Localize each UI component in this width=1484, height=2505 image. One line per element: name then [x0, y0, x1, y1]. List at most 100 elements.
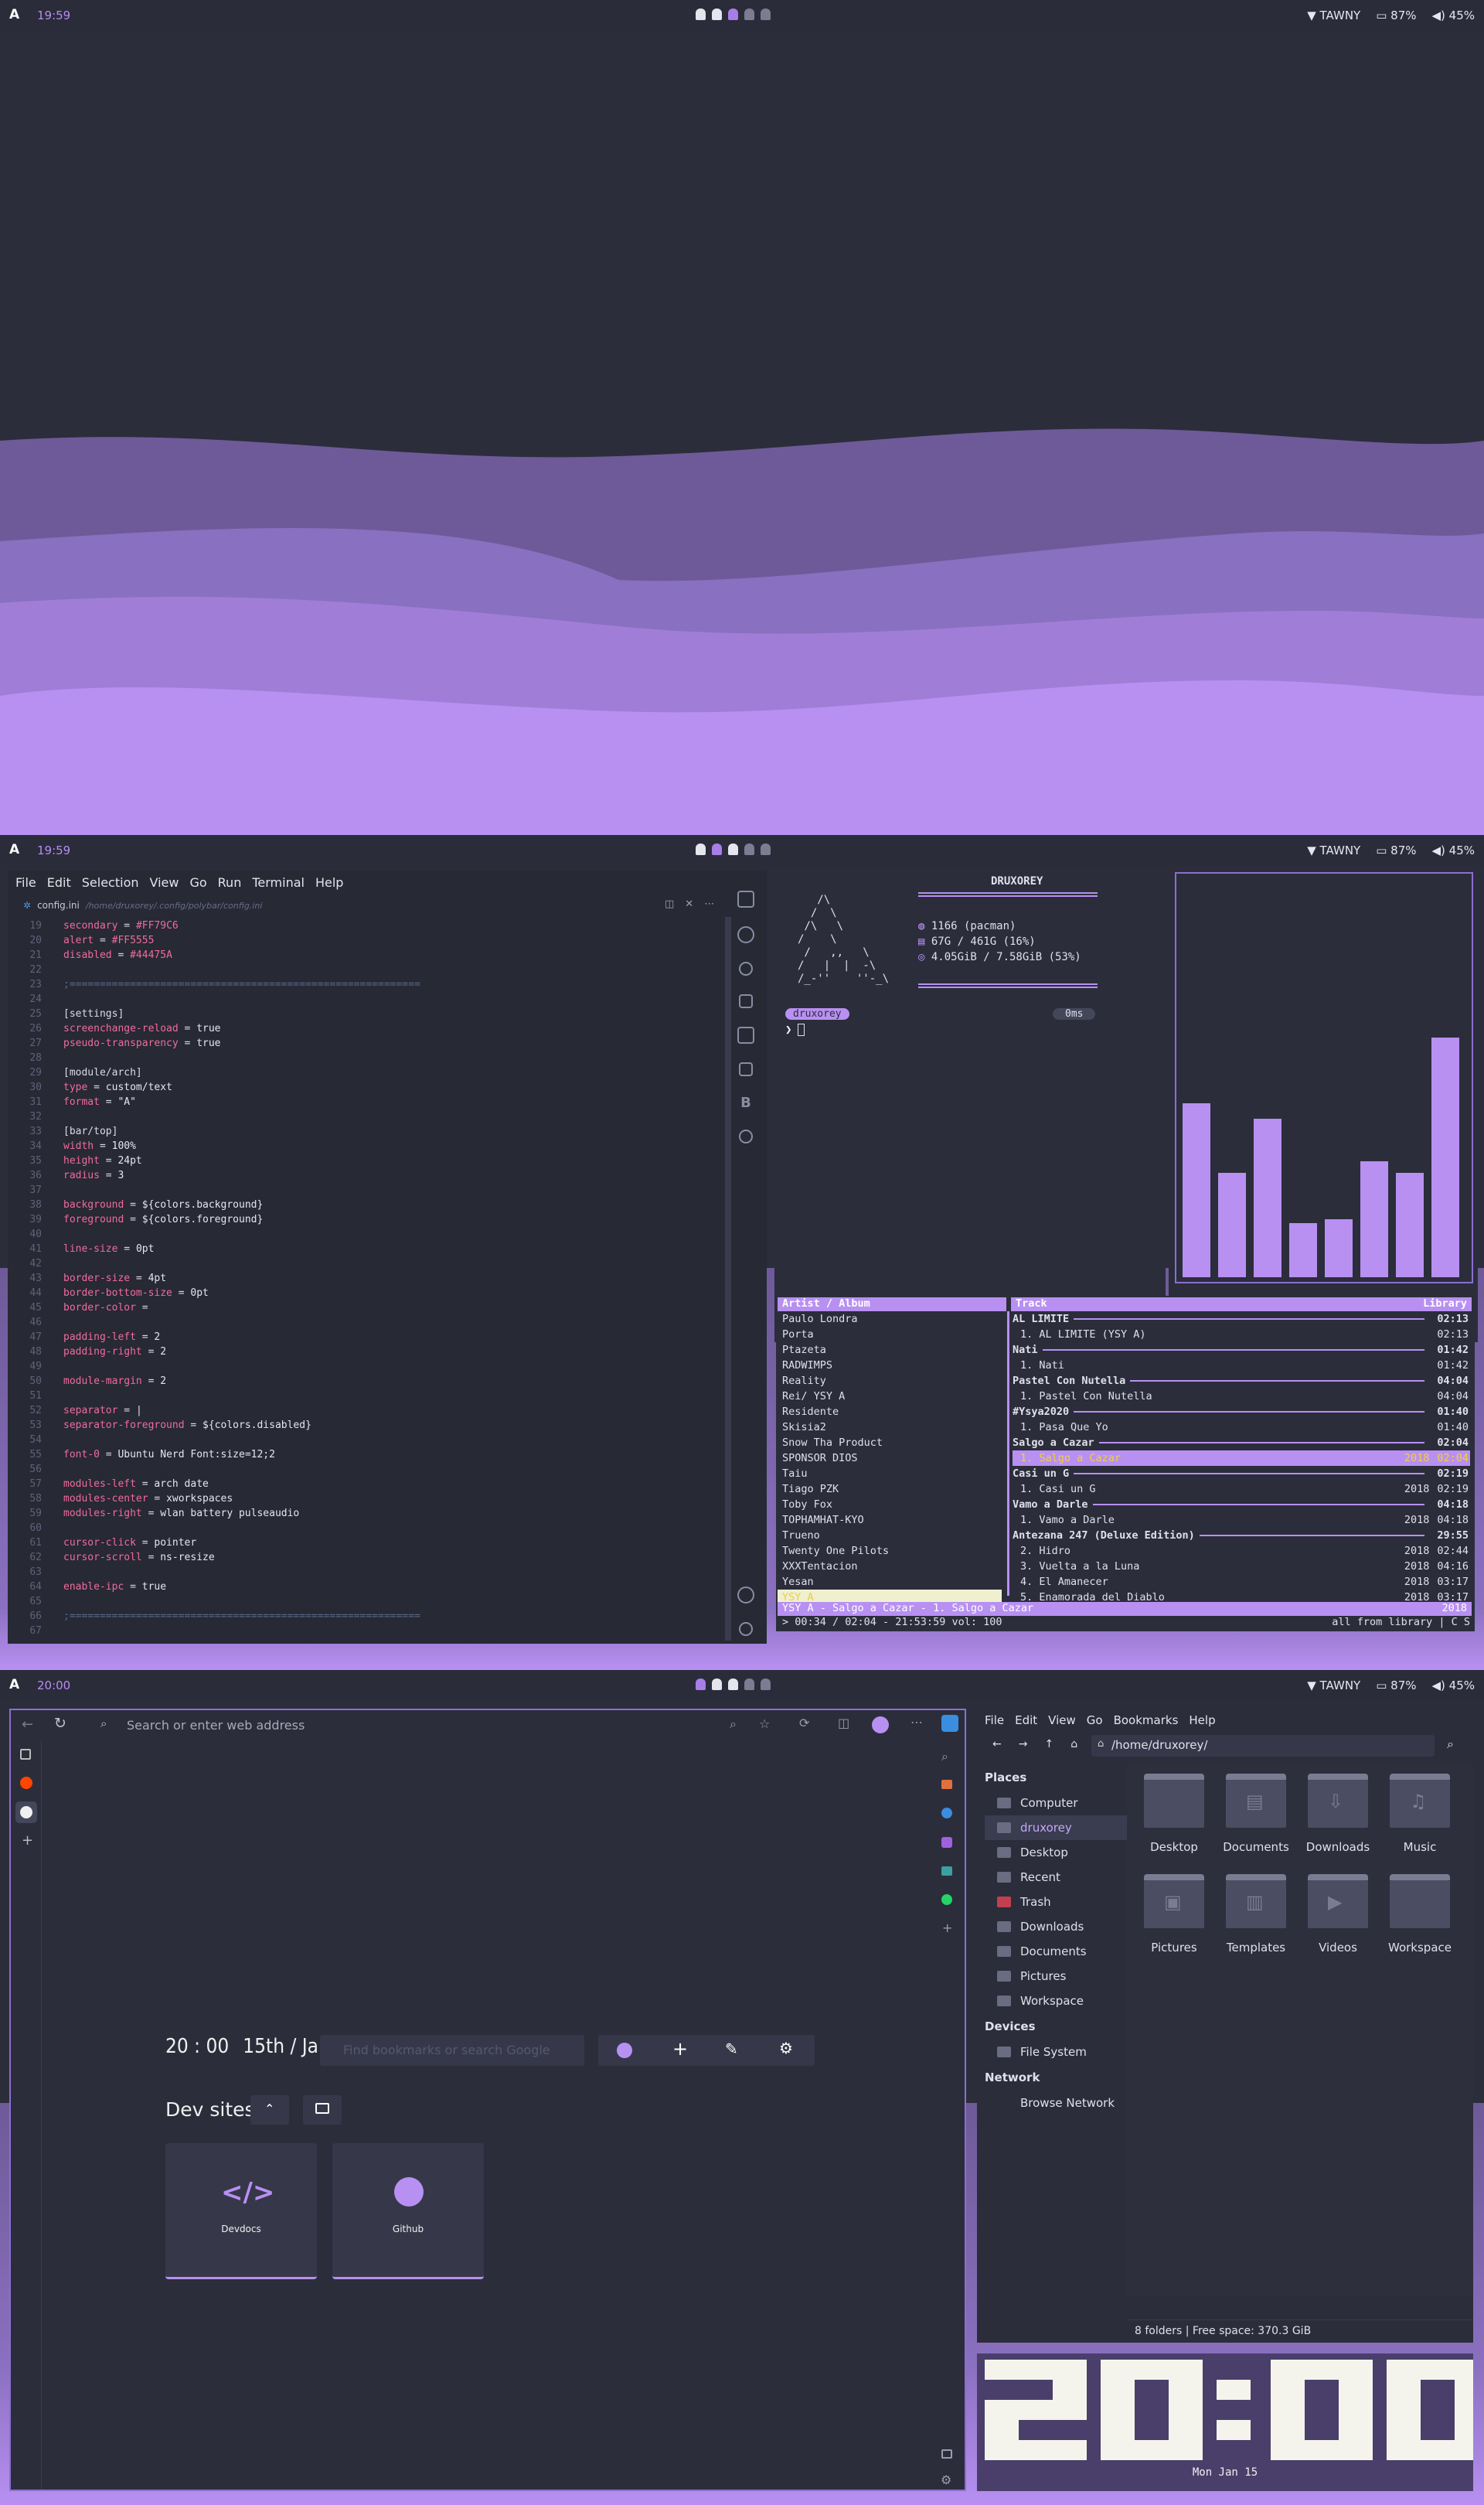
menu-icon[interactable]: ⋯ [910, 1715, 923, 1730]
workspace-3-icon[interactable] [728, 9, 738, 20]
workspace-2-icon[interactable] [712, 844, 722, 855]
workspace-5-icon[interactable] [761, 844, 771, 855]
artist-item[interactable]: Toby Fox [782, 1497, 1006, 1512]
album-row[interactable]: Pastel Con Nutella 04:04 [1013, 1373, 1470, 1389]
open-group-button[interactable] [303, 2095, 342, 2125]
track-row[interactable]: 1. Pasa Que Yo 01:40 [1013, 1420, 1470, 1435]
menu-file[interactable]: File [15, 875, 36, 890]
folder-item[interactable]: Workspace [1379, 1874, 1461, 1967]
artist-item[interactable]: RADWIMPS [782, 1358, 1006, 1373]
volume-module[interactable]: ◀) 45% [1432, 1679, 1475, 1692]
menu-go[interactable]: Go [1087, 1713, 1103, 1727]
outlook-icon[interactable] [941, 1866, 952, 1876]
artist-item[interactable]: Porta [782, 1327, 1006, 1342]
sidebar-item-file-system[interactable]: File System [985, 2040, 1127, 2064]
shopping-icon[interactable] [941, 1780, 952, 1789]
forward-icon[interactable]: → [1019, 1738, 1028, 1750]
track-row[interactable]: 1. Salgo a Cazar 2018 02:04 [1013, 1450, 1470, 1466]
reload-icon[interactable]: ↻ [54, 1715, 66, 1732]
menu-view[interactable]: View [150, 875, 179, 890]
sync-icon[interactable]: ⟳ [799, 1716, 809, 1730]
volume-module[interactable]: ◀) 45% [1432, 9, 1475, 22]
artist-item[interactable]: Twenty One Pilots [782, 1543, 1006, 1559]
menu-selection[interactable]: Selection [82, 875, 139, 890]
menu-file[interactable]: File [985, 1713, 1004, 1727]
add-sidebar-icon[interactable]: + [942, 1920, 952, 1935]
workspace-2-icon[interactable] [712, 9, 722, 20]
artist-item[interactable]: Tiago PZK [782, 1481, 1006, 1497]
sidebar-item-downloads[interactable]: Downloads [985, 1914, 1127, 1939]
battery-module[interactable]: ▭ 87% [1376, 9, 1416, 22]
menu-run[interactable]: Run [218, 875, 242, 890]
artist-item[interactable]: Paulo Londra [782, 1311, 1006, 1327]
sidebar-item-pictures[interactable]: Pictures [985, 1964, 1127, 1989]
workspace-1-icon[interactable] [696, 844, 706, 855]
arch-logo-icon[interactable]: A [9, 1677, 19, 1692]
bookmark-devdocs[interactable]: </> Devdocs [165, 2143, 317, 2279]
artist-item[interactable]: Rei/ YSY A [782, 1389, 1006, 1404]
artist-item[interactable]: XXXTentacion [782, 1559, 1006, 1574]
wifi-module[interactable]: ▼ TAWNY [1307, 1679, 1360, 1692]
run-debug-icon[interactable] [739, 994, 753, 1008]
theme-dot-icon[interactable] [617, 2043, 632, 2058]
folder-item[interactable]: ⇩ Downloads [1297, 1774, 1379, 1866]
edge-copilot-icon[interactable] [941, 1715, 958, 1732]
sidebar-item-druxorey[interactable]: druxorey [985, 1815, 1127, 1840]
more-icon[interactable]: ⋯ [704, 898, 714, 910]
search-icon[interactable]: ⌕ [1447, 1736, 1454, 1752]
volume-module[interactable]: ◀) 45% [1432, 844, 1475, 857]
path-bar[interactable]: ⌂ /home/druxorey/ [1091, 1735, 1435, 1757]
hide-sidebar-icon[interactable] [941, 2449, 952, 2459]
fetch-terminal[interactable]: /\ / \ /\ \ / \ / ,, \ / | | -\/_-'' ''-_\… [774, 871, 1166, 1342]
bookmark-star-icon[interactable]: ☆ [759, 1716, 770, 1731]
menu-view[interactable]: View [1048, 1713, 1076, 1727]
search-icon[interactable]: ⌕ [941, 1749, 948, 1764]
track-row[interactable]: 2. Hidro 2018 02:44 [1013, 1543, 1470, 1559]
folder-item[interactable]: ▶ Videos [1297, 1874, 1379, 1967]
battery-module[interactable]: ▭ 87% [1376, 844, 1416, 857]
track-row[interactable]: 4. El Amanecer 2018 03:17 [1013, 1574, 1470, 1590]
sidebar-item-workspace[interactable]: Workspace [985, 1989, 1127, 2013]
artist-item[interactable]: Reality [782, 1373, 1006, 1389]
explorer-icon[interactable] [737, 891, 754, 908]
collapse-group-button[interactable]: ⌃ [250, 2095, 289, 2125]
split-editor-icon[interactable]: ◫ [665, 898, 674, 910]
menu-edit[interactable]: Edit [47, 875, 71, 890]
zoom-icon[interactable]: ⌕ [730, 1716, 737, 1732]
artist-item[interactable]: Trueno [782, 1528, 1006, 1543]
workspace-1-icon[interactable] [696, 9, 706, 20]
gear-icon[interactable]: ⚙ [779, 2039, 793, 2057]
artist-item[interactable]: Taiu [782, 1466, 1006, 1481]
artist-item[interactable]: Yesan [782, 1574, 1006, 1590]
docker-icon[interactable] [739, 1130, 753, 1143]
menu-terminal[interactable]: Terminal [252, 875, 305, 890]
arch-logo-icon[interactable]: A [9, 7, 19, 22]
workspace-5-icon[interactable] [761, 1679, 771, 1690]
new-tab-icon[interactable]: + [22, 1832, 33, 1849]
track-row[interactable]: 1. AL LIMITE (YSY A) 02:13 [1013, 1327, 1470, 1342]
close-icon[interactable]: ✕ [685, 898, 693, 910]
add-icon[interactable]: + [672, 2038, 688, 2060]
album-row[interactable]: Casi un G 02:19 [1013, 1466, 1470, 1481]
extensions-icon[interactable] [737, 1027, 754, 1044]
url-bar[interactable]: Search or enter web address [127, 1718, 305, 1733]
sidebar-item-desktop[interactable]: Desktop [985, 1840, 1127, 1865]
editor-tab[interactable]: ✲ config.ini /home/druxorey/.config/poly… [23, 900, 262, 911]
album-row[interactable]: AL LIMITE 02:13 [1013, 1311, 1470, 1327]
menu-help[interactable]: Help [1189, 1713, 1215, 1727]
sidebar-item-trash[interactable]: Trash [985, 1890, 1127, 1914]
profile-avatar[interactable] [872, 1716, 889, 1733]
account-icon[interactable] [737, 1586, 754, 1604]
workspace-1-icon[interactable] [696, 1679, 706, 1690]
album-row[interactable]: Salgo a Cazar 02:04 [1013, 1435, 1470, 1450]
workspace-4-icon[interactable] [744, 1679, 754, 1690]
battery-module[interactable]: ▭ 87% [1376, 1679, 1416, 1692]
folder-item[interactable]: ♫ Music [1379, 1774, 1461, 1866]
track-row[interactable]: 1. Casi un G 2018 02:19 [1013, 1481, 1470, 1497]
menu-edit[interactable]: Edit [1015, 1713, 1037, 1727]
sidebar-item-computer[interactable]: Computer [985, 1791, 1127, 1815]
wifi-module[interactable]: ▼ TAWNY [1307, 9, 1360, 22]
reader-icon[interactable]: ◫ [838, 1716, 849, 1730]
gear-icon[interactable] [739, 1622, 753, 1636]
search-icon[interactable] [737, 926, 754, 943]
